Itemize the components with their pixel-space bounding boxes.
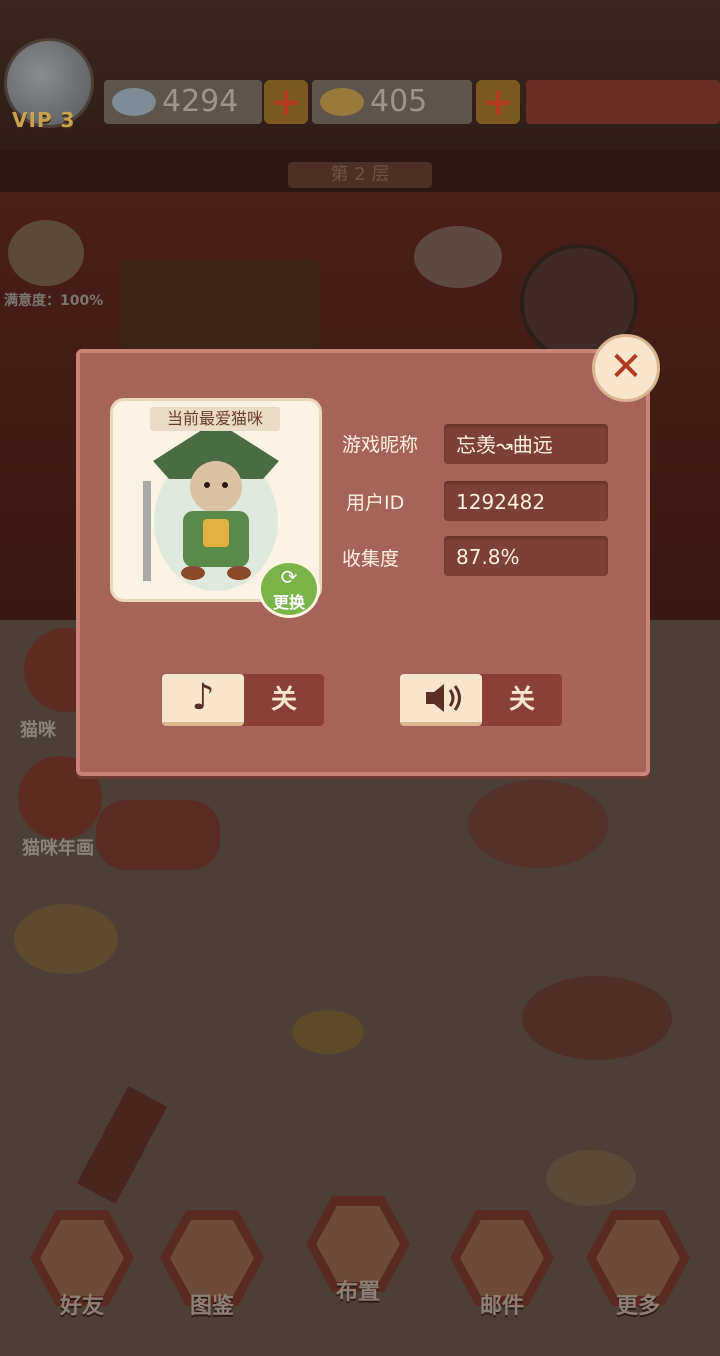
nickname-label: 游戏昵称: [342, 434, 419, 456]
sound-state: 关: [508, 685, 535, 715]
music-note-icon: ♪: [191, 677, 215, 718]
change-cat-label: 更换: [272, 593, 305, 612]
sound-toggle[interactable]: 关: [400, 674, 562, 726]
speaker-icon: [426, 684, 461, 712]
close-button[interactable]: ✕: [592, 334, 660, 402]
userid-label: 用户ID: [346, 492, 405, 514]
collection-label: 收集度: [342, 548, 400, 570]
music-icon-box: ♪: [162, 674, 244, 726]
music-toggle[interactable]: ♪ 关: [162, 674, 324, 726]
portrait-title: 当前最爱猫咪: [150, 407, 280, 431]
refresh-icon: ⟳: [280, 565, 298, 589]
sound-icon-box: [400, 674, 482, 726]
change-cat-button[interactable]: ⟳ 更换: [258, 560, 320, 618]
close-icon: ✕: [609, 344, 643, 390]
nickname-field: 忘羡↝曲远: [444, 424, 608, 464]
collection-field: 87.8%: [444, 536, 608, 576]
music-state: 关: [270, 685, 297, 715]
userid-field: 1292482: [444, 481, 608, 521]
